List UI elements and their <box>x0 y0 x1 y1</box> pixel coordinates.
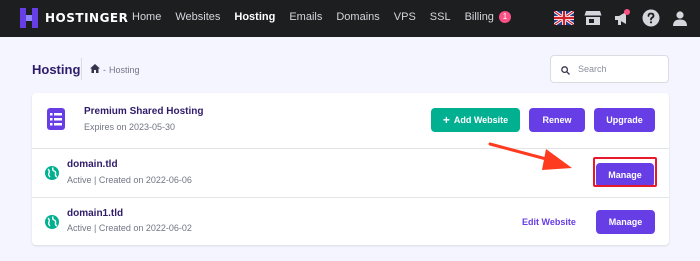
hosting-plan-icon <box>47 108 65 134</box>
breadcrumb-separator: - <box>103 64 106 75</box>
hostinger-logo[interactable]: HOSTINGER <box>20 8 128 28</box>
domain-status: Active | Created on 2022-06-02 <box>67 223 192 233</box>
main-nav: Home Websites Hosting Emails Domains VPS… <box>132 11 525 23</box>
home-icon[interactable] <box>90 64 100 75</box>
top-navigation-bar: HOSTINGER Home Websites Hosting Emails D… <box>0 0 700 37</box>
manage-button[interactable]: Manage <box>596 210 655 234</box>
nav-domains[interactable]: Domains <box>336 11 379 23</box>
globe-icon <box>45 214 59 233</box>
plan-name: Premium Shared Hosting <box>84 106 204 117</box>
uk-flag-icon[interactable] <box>554 8 574 28</box>
top-icons <box>545 8 690 28</box>
upgrade-button[interactable]: Upgrade <box>594 108 655 132</box>
title-divider <box>81 58 82 80</box>
domain-name[interactable]: domain.tld <box>67 159 118 170</box>
search-icon <box>561 60 570 79</box>
search-box <box>550 55 669 83</box>
annotation-highlight-box <box>593 157 657 187</box>
nav-websites[interactable]: Websites <box>175 11 220 23</box>
nav-vps[interactable]: VPS <box>394 11 416 23</box>
store-icon[interactable] <box>583 8 603 28</box>
user-icon[interactable] <box>670 8 690 28</box>
add-website-button[interactable]: + Add Website <box>431 108 520 132</box>
domain-name[interactable]: domain1.tld <box>67 208 123 219</box>
logo-mark-icon <box>20 8 38 28</box>
plus-icon: + <box>442 113 450 127</box>
domain-status: Active | Created on 2022-06-06 <box>67 175 192 185</box>
breadcrumb: - Hosting <box>90 64 140 75</box>
megaphone-icon[interactable] <box>612 8 632 28</box>
nav-billing-label: Billing <box>464 11 494 23</box>
add-website-label: Add Website <box>453 115 509 125</box>
page-title: Hosting <box>32 62 81 77</box>
nav-billing[interactable]: Billing 1 <box>465 11 511 23</box>
nav-home[interactable]: Home <box>132 11 161 23</box>
search-input[interactable] <box>578 64 658 74</box>
nav-ssl[interactable]: SSL <box>430 11 451 23</box>
renew-button[interactable]: Renew <box>529 108 585 132</box>
billing-badge: 1 <box>498 11 511 23</box>
brand-name: HOSTINGER <box>45 11 129 25</box>
plan-expiry: Expires on 2023-05-30 <box>84 122 176 132</box>
help-icon[interactable] <box>641 8 661 28</box>
nav-emails[interactable]: Emails <box>289 11 322 23</box>
domain-row: domain1.tld Active | Created on 2022-06-… <box>32 198 669 245</box>
breadcrumb-current: Hosting <box>109 64 140 75</box>
globe-icon <box>45 165 59 184</box>
edit-website-link[interactable]: Edit Website <box>522 217 576 227</box>
annotation-arrow-icon <box>488 142 572 170</box>
nav-hosting[interactable]: Hosting <box>234 11 275 23</box>
